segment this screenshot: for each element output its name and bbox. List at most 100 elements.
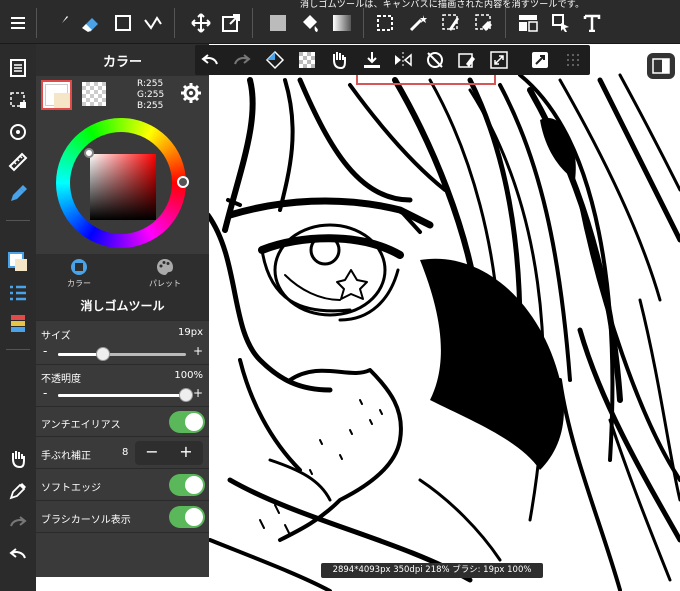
transform-icon[interactable] <box>219 11 243 35</box>
transparent-icon[interactable] <box>296 49 318 71</box>
tool-tip-notice: 消しゴムツールは、キャンバスに描画された内容を消すツールです。 <box>300 0 585 10</box>
antialias-row: アンチエイリアス <box>36 406 209 436</box>
toolbar-divider <box>252 8 253 38</box>
eyedropper-color-icon[interactable] <box>6 182 30 206</box>
brush-cursor-toggle[interactable] <box>169 506 205 528</box>
stabilizer-label: 手ぶれ補正 <box>41 451 91 462</box>
download-icon[interactable] <box>361 49 383 71</box>
opacity-slider[interactable] <box>58 394 186 397</box>
selection-icon[interactable] <box>373 11 397 35</box>
magic-wand-icon[interactable] <box>406 11 430 35</box>
color-panel-icon[interactable] <box>6 250 30 274</box>
tab-palette-label: パレット <box>149 279 181 288</box>
size-slider-thumb[interactable] <box>95 347 110 361</box>
panel-empty-area <box>36 532 209 577</box>
undo-icon[interactable] <box>6 542 30 566</box>
stabilizer-row: 手ぶれ補正 8 − + <box>36 436 209 468</box>
column-divider <box>6 349 30 350</box>
left-tool-column <box>0 44 36 591</box>
size-slider[interactable] <box>58 353 186 356</box>
opacity-slider-thumb[interactable] <box>179 388 193 402</box>
soft-edge-label: ソフトエッジ <box>41 483 101 494</box>
brush-icon[interactable] <box>49 11 73 35</box>
stabilizer-plus-button[interactable]: + <box>169 442 203 461</box>
stabilizer-minus-button[interactable]: − <box>135 442 169 461</box>
rotate-lock-icon[interactable] <box>424 49 446 71</box>
opacity-value: 100% <box>174 370 203 381</box>
saturation-value-square[interactable] <box>90 154 156 220</box>
select-eraser-icon[interactable] <box>472 11 496 35</box>
tab-palette[interactable]: パレット <box>122 254 208 290</box>
toggle-knob <box>185 508 203 526</box>
opacity-slider-fill <box>58 394 186 397</box>
saturation-knob[interactable] <box>84 148 94 158</box>
toolbar-divider <box>505 8 506 38</box>
eraser-panel-title: 消しゴムツール <box>36 290 209 320</box>
rotate-canvas-icon[interactable] <box>6 120 30 144</box>
eyedropper-icon[interactable] <box>6 479 30 503</box>
toolbar-divider <box>36 8 37 38</box>
menu-icon[interactable] <box>6 11 30 35</box>
rgb-g: G:255 <box>137 90 165 100</box>
hue-wheel[interactable] <box>56 118 189 248</box>
antialias-label: アンチエイリアス <box>41 420 121 431</box>
rgb-readout: R:255 G:255 B:255 <box>137 79 164 112</box>
side-panel: カラー R:255 G:255 B:255 カラー パレット 消しゴムツール サ… <box>36 44 209 577</box>
canvas-status-bar: 2894*4093px 350dpi 218% ブラシ: 19px 100% <box>321 563 543 578</box>
snap-icon[interactable] <box>529 49 551 71</box>
right-panel-toggle-button[interactable] <box>647 53 675 79</box>
bucket-icon[interactable] <box>298 11 322 35</box>
clear-icon[interactable] <box>456 49 478 71</box>
fill-color-icon[interactable] <box>266 11 290 35</box>
soft-edge-toggle[interactable] <box>169 474 205 496</box>
color-wheel-area <box>36 114 209 254</box>
main-color-swatch[interactable] <box>41 80 72 110</box>
brush-cursor-row: ブラシカーソル表示 <box>36 500 209 532</box>
brush-cursor-label: ブラシカーソル表示 <box>41 515 131 526</box>
text-icon[interactable] <box>580 11 604 35</box>
eraser-icon[interactable] <box>78 11 102 35</box>
fullscreen-icon[interactable] <box>488 49 510 71</box>
tab-color-label: カラー <box>67 279 91 288</box>
color-panel-title: カラー <box>36 44 209 76</box>
floating-toolbar-indicator <box>356 75 496 85</box>
gear-icon[interactable] <box>180 82 202 104</box>
layers-doc-icon[interactable] <box>6 56 30 80</box>
antialias-toggle[interactable] <box>169 411 205 433</box>
column-divider <box>6 220 30 221</box>
hand-icon[interactable] <box>328 49 350 71</box>
size-minus-button[interactable]: - <box>43 344 47 358</box>
ruler-icon[interactable] <box>6 150 30 174</box>
tab-color[interactable]: カラー <box>36 254 122 290</box>
stabilizer-stepper: − + <box>135 441 203 465</box>
transparent-color-swatch[interactable] <box>82 82 106 106</box>
brush-list-icon[interactable] <box>6 281 30 305</box>
redo-icon[interactable] <box>6 510 30 534</box>
gradient-icon[interactable] <box>330 11 354 35</box>
hue-knob[interactable] <box>177 176 189 188</box>
select-pen-icon[interactable] <box>439 11 463 35</box>
redo-icon[interactable] <box>231 49 253 71</box>
move-icon[interactable] <box>189 11 213 35</box>
grid-icon[interactable] <box>562 49 584 71</box>
pointer-select-icon[interactable] <box>549 11 573 35</box>
size-value: 19px <box>178 327 203 338</box>
layer-panel-icon[interactable] <box>6 311 30 335</box>
size-plus-button[interactable]: + <box>193 344 203 358</box>
hand-icon[interactable] <box>6 447 30 471</box>
vector-icon[interactable] <box>141 11 165 35</box>
rectangle-icon[interactable] <box>111 11 135 35</box>
secondary-color <box>54 93 70 108</box>
selection-layer-icon[interactable] <box>6 88 30 112</box>
color-tabs: カラー パレット <box>36 254 209 290</box>
undo-icon[interactable] <box>199 49 221 71</box>
rgb-r: R:255 <box>137 79 164 89</box>
size-row: サイズ 19px - + <box>36 320 209 364</box>
opacity-plus-button[interactable]: + <box>193 386 203 400</box>
flip-icon[interactable] <box>264 49 286 71</box>
toolbar-divider <box>363 8 364 38</box>
mirror-icon[interactable] <box>392 49 414 71</box>
opacity-minus-button[interactable]: - <box>43 386 47 400</box>
size-label: サイズ <box>41 331 71 342</box>
panel-icon[interactable] <box>516 11 540 35</box>
